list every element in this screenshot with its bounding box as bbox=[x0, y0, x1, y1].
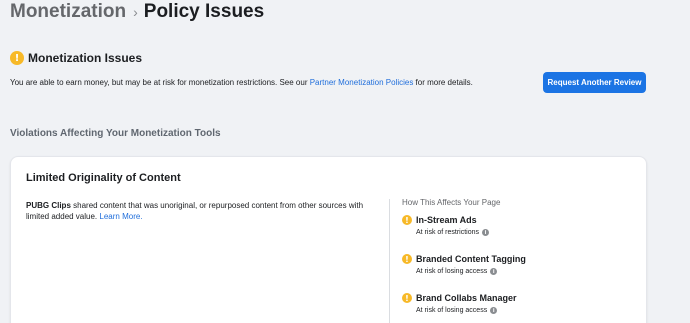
tool-name: Brand Collabs Manager bbox=[416, 293, 517, 303]
tool-status: At risk of losing access bbox=[416, 307, 488, 314]
info-icon[interactable]: i bbox=[490, 307, 498, 314]
tool-status: At risk of restrictions bbox=[416, 229, 480, 236]
monetization-issues-title: Monetization Issues bbox=[28, 51, 143, 65]
violations-section-title: Violations Affecting Your Monetization T… bbox=[10, 128, 221, 139]
warning-icon: ! bbox=[10, 51, 24, 65]
tool-item-in-stream-ads: ! In-Stream Ads At risk of restrictions … bbox=[402, 215, 490, 236]
violation-description: PUBG Clips shared content that was unori… bbox=[26, 200, 371, 222]
violation-title: Limited Originality of Content bbox=[26, 172, 181, 184]
info-icon[interactable]: i bbox=[490, 268, 498, 275]
tool-name: In-Stream Ads bbox=[416, 215, 477, 225]
request-another-review-button[interactable]: Request Another Review bbox=[543, 72, 646, 93]
breadcrumb: Monetization › Policy Issues bbox=[10, 0, 264, 24]
warning-icon: ! bbox=[402, 293, 412, 303]
violation-description-text: shared content that was unoriginal, or r… bbox=[26, 201, 364, 221]
learn-more-link[interactable]: Learn More. bbox=[99, 212, 142, 221]
monetization-issues-description: You are able to earn money, but may be a… bbox=[10, 78, 473, 87]
chevron-right-icon: › bbox=[133, 4, 138, 20]
card-divider bbox=[389, 199, 390, 323]
violation-card: Limited Originality of Content PUBG Clip… bbox=[10, 156, 647, 323]
affects-heading: How This Affects Your Page bbox=[402, 198, 501, 207]
monetization-issues-header: ! Monetization Issues bbox=[10, 51, 142, 65]
warning-icon: ! bbox=[402, 215, 412, 225]
issues-description-text: You are able to earn money, but may be a… bbox=[10, 78, 310, 87]
partner-monetization-policies-link[interactable]: Partner Monetization Policies bbox=[310, 78, 414, 87]
tool-item-brand-collabs-manager: ! Brand Collabs Manager At risk of losin… bbox=[402, 293, 517, 314]
info-icon[interactable]: i bbox=[482, 229, 490, 236]
page-title: Policy Issues bbox=[143, 1, 265, 22]
breadcrumb-monetization-link[interactable]: Monetization bbox=[10, 1, 126, 23]
tool-status: At risk of losing access bbox=[416, 268, 488, 275]
tool-name: Branded Content Tagging bbox=[416, 254, 526, 264]
tool-item-branded-content-tagging: ! Branded Content Tagging At risk of los… bbox=[402, 254, 526, 275]
issues-description-suffix: for more details. bbox=[413, 78, 473, 87]
warning-icon: ! bbox=[402, 254, 412, 264]
page-name: PUBG Clips bbox=[26, 201, 71, 210]
